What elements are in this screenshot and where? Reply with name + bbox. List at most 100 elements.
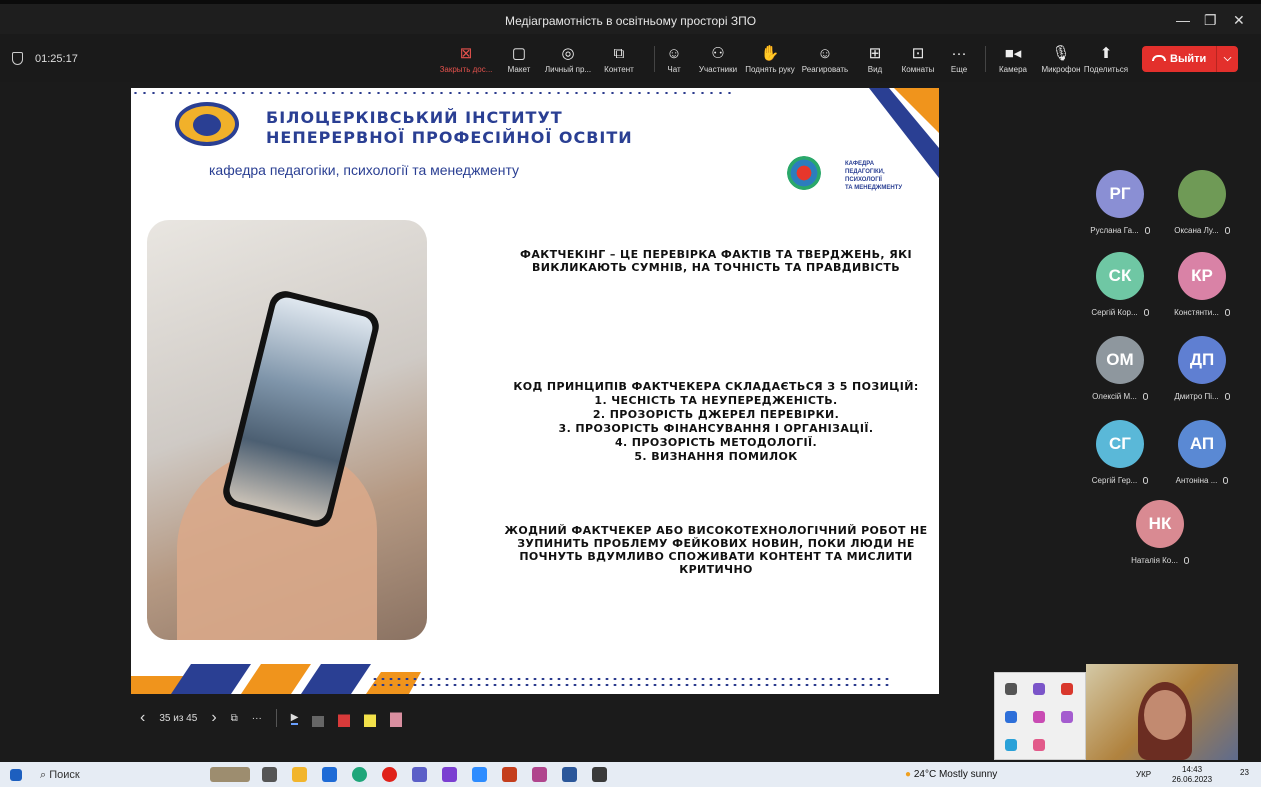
decor-dots xyxy=(131,90,731,96)
maximize-button[interactable]: ❐ xyxy=(1204,12,1217,29)
avatar: СК xyxy=(1096,252,1144,300)
minimize-button[interactable]: — xyxy=(1176,12,1190,28)
pen-tool-icon[interactable] xyxy=(312,709,325,727)
mic-muted-icon xyxy=(1224,227,1230,234)
task-view-icon[interactable] xyxy=(262,767,277,782)
tray-app-icon[interactable] xyxy=(1033,711,1045,723)
avatar: ДП xyxy=(1178,336,1226,384)
code-item: 5. Визнання помилок xyxy=(634,450,798,463)
weather-widget[interactable]: ● 24°C Mostly sunny xyxy=(905,769,997,780)
slide-controls: ‹ 35 из 45 › ⧉ ··· ▶ xyxy=(140,706,403,730)
clock-time: 14:43 xyxy=(1182,765,1203,774)
tray-app-icon[interactable] xyxy=(1061,683,1073,695)
participant-name: Олексій М... xyxy=(1092,392,1137,401)
close-share-button[interactable]: ⊠ Закрыть дос... xyxy=(436,43,496,74)
raise-hand-label: Поднять руку xyxy=(745,65,795,74)
more-options-button[interactable]: ··· xyxy=(252,713,262,724)
prev-slide-button[interactable]: ‹ xyxy=(140,709,145,727)
close-share-icon: ⊠ xyxy=(459,45,473,62)
content-button[interactable]: ⧉ Контент xyxy=(589,43,649,74)
institute-line1: БІЛОЦЕРКІВСЬКИЙ ІНСТИТУТ xyxy=(266,108,563,127)
participant-tile[interactable]: ОМ Олексій М... xyxy=(1080,336,1160,406)
chevron-down-icon[interactable]: ⌵ xyxy=(1216,46,1238,72)
definition-text: Фактчекінг – це перевірка фактів та твер… xyxy=(520,248,912,274)
opera-icon[interactable] xyxy=(382,767,397,782)
more-icon: ··· xyxy=(951,45,967,62)
raise-hand-button[interactable]: ✋ Поднять руку xyxy=(740,43,800,74)
participants-label: Участники xyxy=(698,65,738,74)
powerpoint-icon[interactable] xyxy=(502,767,517,782)
teams-icon[interactable] xyxy=(412,767,427,782)
word-icon[interactable] xyxy=(562,767,577,782)
avatar: АП xyxy=(1178,420,1226,468)
more-label: Еще xyxy=(950,65,968,74)
calculator-icon[interactable] xyxy=(592,767,607,782)
mic-muted-icon xyxy=(1183,557,1189,564)
highlighter-tool-icon[interactable] xyxy=(364,709,377,727)
app-icon[interactable] xyxy=(532,767,547,782)
participant-tile[interactable]: РГ Руслана Га... xyxy=(1080,170,1160,240)
close-button[interactable]: ✕ xyxy=(1233,12,1245,29)
participant-name: Сергій Кор... xyxy=(1091,308,1138,317)
tray-app-icon[interactable] xyxy=(1005,739,1017,751)
grid-view-icon[interactable]: ⧉ xyxy=(231,713,238,724)
widget-image[interactable] xyxy=(210,767,250,782)
mic-muted-icon xyxy=(1223,477,1229,484)
participant-name: Наталія Ко... xyxy=(1131,556,1178,565)
content-icon: ⧉ xyxy=(613,45,625,62)
shield-icon[interactable] xyxy=(12,52,23,65)
code-item: 1. Чесність та неупередженість. xyxy=(594,394,838,407)
participant-tile[interactable]: НК Наталія Ко... xyxy=(1120,500,1200,570)
language-indicator[interactable]: УКР xyxy=(1136,770,1151,779)
tray-app-icon[interactable] xyxy=(1005,683,1017,695)
department-logo xyxy=(787,156,821,190)
more-button[interactable]: ··· Еще xyxy=(929,43,989,74)
participant-tile[interactable]: АП Антоніна ... xyxy=(1162,420,1242,490)
elapsed-time: 01:25:17 xyxy=(35,52,78,65)
meeting-toolbar: 01:25:17 ⊠ Закрыть дос... ▢ Макет ◎ Личн… xyxy=(0,34,1261,82)
mic-muted-icon xyxy=(1144,227,1150,234)
code-title: Код принципів фактчекера складається з 5… xyxy=(513,380,919,393)
tray-app-icon[interactable] xyxy=(1005,711,1017,723)
tray-app-icon[interactable] xyxy=(1033,683,1045,695)
taskbar-search[interactable]: ⌕ Поиск xyxy=(40,769,80,782)
weather-label: 24°C Mostly sunny xyxy=(913,769,998,780)
tray-app-icon[interactable] xyxy=(1033,739,1045,751)
close-share-label: Закрыть дос... xyxy=(439,65,493,74)
participants-icon: ⚇ xyxy=(711,45,725,62)
windows-start-icon[interactable] xyxy=(10,769,22,781)
participant-name: Констянти... xyxy=(1174,308,1219,317)
participant-tile[interactable]: ДП Дмитро Пі... xyxy=(1162,336,1242,406)
participants-button[interactable]: ⚇ Участники xyxy=(688,43,748,74)
participant-tile[interactable]: Оксана Лу... xyxy=(1162,170,1242,240)
next-slide-button[interactable]: › xyxy=(211,709,216,727)
clock-date: 26.06.2023 xyxy=(1172,775,1213,784)
avatar: ОМ xyxy=(1096,336,1144,384)
taskbar-clock[interactable]: 14:43 26.06.2023 xyxy=(1172,765,1212,785)
participant-tile[interactable]: СГ Сергій Гер... xyxy=(1080,420,1160,490)
smartphone-photo xyxy=(147,220,427,640)
zoom-icon[interactable] xyxy=(472,767,487,782)
leave-button[interactable]: Выйти ⌵ xyxy=(1142,46,1238,72)
app-icon[interactable] xyxy=(442,767,457,782)
tray-app-icon[interactable] xyxy=(1061,711,1073,723)
notifications-badge[interactable]: 23 xyxy=(1240,768,1249,777)
department-logo-text: КАФЕДРА ПЕДАГОГІКИ, ПСИХОЛОГІЇ ТА МЕНЕДЖ… xyxy=(845,161,903,191)
self-video[interactable] xyxy=(1086,664,1238,760)
edge-icon[interactable] xyxy=(352,767,367,782)
pointer-tool-icon[interactable]: ▶ xyxy=(290,712,299,725)
participant-tile[interactable]: СК Сергій Кор... xyxy=(1080,252,1160,322)
share-icon: ⬆ xyxy=(1099,45,1113,62)
explorer-icon[interactable] xyxy=(292,767,307,782)
share-button[interactable]: ⬆ Поделиться xyxy=(1076,43,1136,74)
marker-tool-icon[interactable] xyxy=(338,709,351,727)
phone-icon xyxy=(1152,55,1166,61)
conclusion-text: Жодний фактчекер або високотехнологічний… xyxy=(504,524,928,576)
avatar: РГ xyxy=(1096,170,1144,218)
participant-tile[interactable]: КР Констянти... xyxy=(1162,252,1242,322)
mail-icon[interactable] xyxy=(322,767,337,782)
eraser-tool-icon[interactable] xyxy=(390,709,403,727)
zoom-window: Медіаграмотність в освітньому просторі З… xyxy=(0,0,1261,787)
decor-dots xyxy=(371,676,891,688)
participant-name: Дмитро Пі... xyxy=(1174,392,1219,401)
